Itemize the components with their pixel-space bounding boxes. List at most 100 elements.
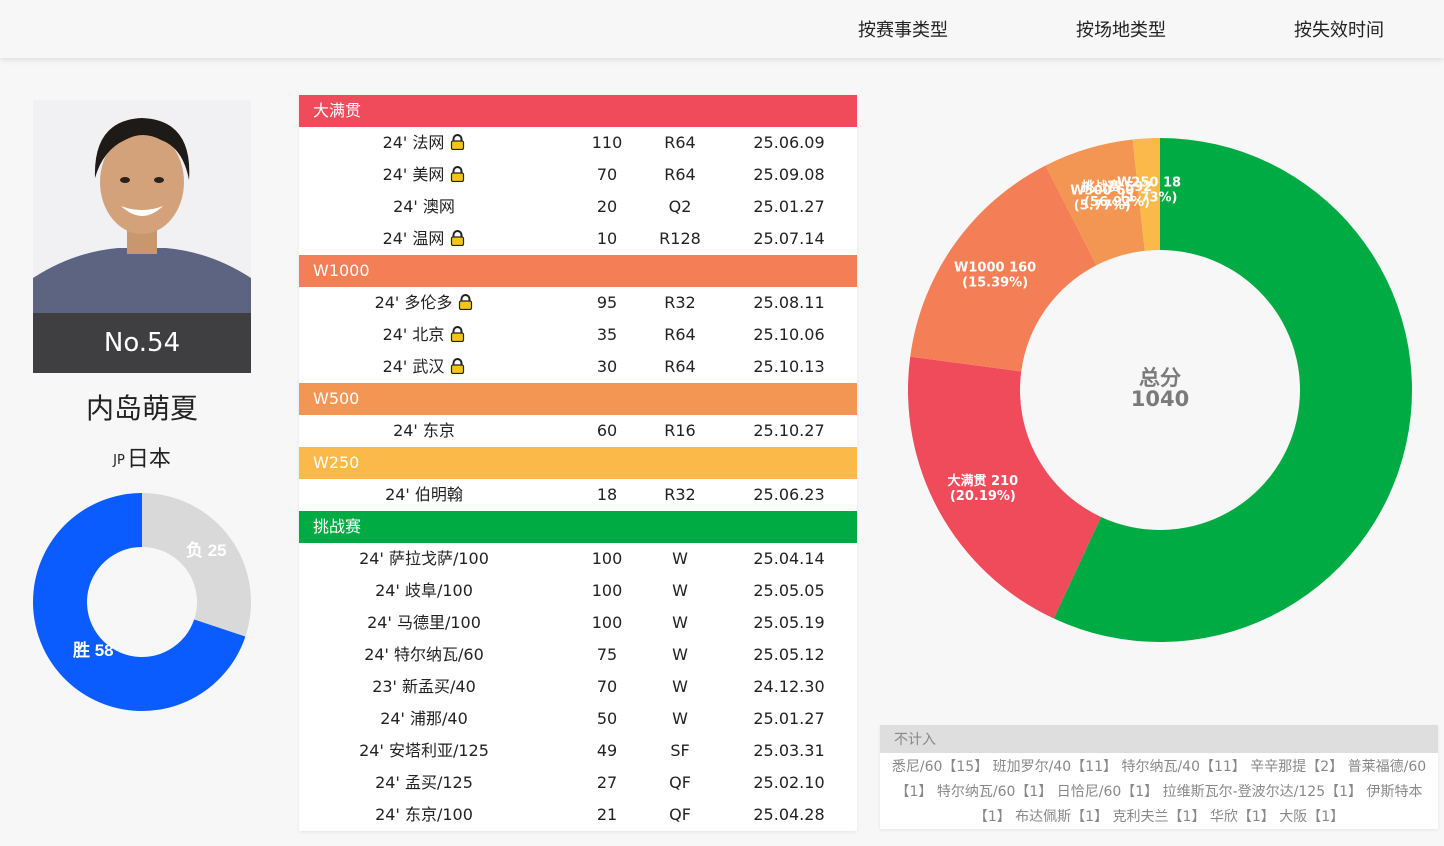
round-cell: QF: [669, 805, 691, 824]
round-cell: W: [672, 645, 688, 664]
lock-icon: [451, 134, 465, 150]
points-cell: 110: [591, 133, 623, 152]
date-cell: 25.04.28: [753, 805, 825, 824]
lock-icon: [459, 294, 473, 310]
section-header: 大满贯: [299, 95, 857, 127]
slice-label: W1000 160: [954, 260, 1036, 275]
table-row: 24' 萨拉戈萨/100 100 W 25.04.14: [299, 543, 857, 575]
date-cell: 25.06.09: [753, 133, 825, 152]
loss-slice: [142, 493, 251, 637]
round-cell: R64: [664, 357, 696, 376]
event-name: 24' 东京/100: [375, 805, 473, 824]
player-name: 内岛萌夏: [85, 392, 198, 425]
table-row: 24' 多伦多 95 R32 25.08.11: [299, 287, 857, 319]
event-cell: 24' 武汉: [299, 351, 549, 383]
lock-icon: [451, 230, 465, 246]
lock-icon: [451, 358, 465, 374]
date-cell: 24.12.30: [753, 677, 825, 696]
points-cell: 75: [596, 645, 618, 664]
player-avatar-icon: [33, 100, 251, 313]
event-name: 24' 温网: [382, 229, 445, 248]
nav-by-event-type[interactable]: 按赛事类型: [858, 16, 948, 42]
slice-label: 大满贯 210: [948, 473, 1019, 489]
table-row: 24' 澳网 20 Q2 25.01.27: [299, 191, 857, 223]
points-cell: 70: [596, 165, 618, 184]
nav-by-expiry[interactable]: 按失效时间: [1294, 16, 1384, 42]
table-row: 24' 温网 10 R128 25.07.14: [299, 223, 857, 255]
player-photo: [33, 100, 251, 313]
lock-icon: [451, 166, 465, 182]
excluded-line: 【1】 特尔纳瓦/60【1】 日恰尼/60【1】 拉维斯瓦尔-登波尔达/125【…: [895, 784, 1423, 800]
event-cell: 24' 法网: [299, 127, 549, 159]
table-row: 24' 孟买/125 27 QF 25.02.10: [299, 767, 857, 799]
nav-by-surface[interactable]: 按场地类型: [1076, 16, 1166, 42]
date-cell: 25.04.14: [753, 549, 825, 568]
points-cell: 35: [596, 325, 618, 344]
event-name: 24' 浦那/40: [380, 709, 468, 728]
event-name: 24' 多伦多: [374, 293, 453, 312]
table-row: 24' 浦那/40 50 W 25.01.27: [299, 703, 857, 735]
table-row: 24' 北京 35 R64 25.10.06: [299, 319, 857, 351]
event-name: 24' 东京: [393, 421, 455, 440]
event-cell: 23' 新孟买/40: [299, 671, 549, 703]
date-cell: 25.09.08: [753, 165, 825, 184]
points-cell: 100: [591, 581, 623, 600]
round-cell: Q2: [668, 197, 692, 216]
win-label: 胜 58: [73, 641, 114, 660]
excluded-line: 悉尼/60【15】 班加罗尔/40【11】 特尔纳瓦/40【11】 辛辛那提【2…: [891, 759, 1427, 775]
country-code: JP: [113, 452, 125, 468]
table-row: 24' 伯明翰 18 R32 25.06.23: [299, 479, 857, 511]
event-cell: 24' 澳网: [299, 191, 549, 223]
event-name: 24' 法网: [382, 133, 445, 152]
round-cell: W: [672, 549, 688, 568]
points-cell: 27: [596, 773, 618, 792]
event-name: 24' 孟买/125: [375, 773, 473, 792]
round-cell: R16: [664, 421, 696, 440]
section-header: W1000: [299, 255, 857, 287]
round-cell: R32: [664, 293, 696, 312]
table-row: 24' 武汉 30 R64 25.10.13: [299, 351, 857, 383]
points-cell: 49: [596, 741, 618, 760]
event-cell: 24' 多伦多: [299, 287, 549, 319]
donut-center-value: 1040: [1131, 387, 1189, 411]
round-cell: R128: [659, 229, 701, 248]
date-cell: 25.10.06: [753, 325, 825, 344]
points-cell: 10: [596, 229, 618, 248]
slice-percent: (20.19%): [950, 489, 1016, 504]
event-cell: 24' 安塔利亚/125: [299, 735, 549, 767]
round-cell: R32: [664, 485, 696, 504]
round-cell: SF: [670, 741, 690, 760]
excluded-line: 【1】 布达佩斯【1】 克利夫兰【1】 华欣【1】 大阪【1】: [973, 809, 1345, 825]
points-cell: 70: [596, 677, 618, 696]
round-cell: W: [672, 677, 688, 696]
points-cell: 18: [596, 485, 618, 504]
event-name: 24' 澳网: [393, 197, 455, 216]
slice-percent: (15.39%): [962, 275, 1028, 290]
date-cell: 25.10.27: [753, 421, 825, 440]
player-country: JP日本: [33, 441, 251, 473]
points-cell: 20: [596, 197, 618, 216]
event-name: 24' 萨拉戈萨/100: [359, 549, 489, 568]
points-cell: 100: [591, 613, 623, 632]
country-name: 日本: [126, 447, 171, 472]
section-header: 挑战赛: [299, 511, 857, 543]
event-name: 24' 安塔利亚/125: [359, 741, 489, 760]
table-row: 24' 歧阜/100 100 W 25.05.05: [299, 575, 857, 607]
points-table: 大满贯 24' 法网 110 R64 25.06.09 24' 美网 70 R64 25.09.…: [299, 95, 857, 831]
date-cell: 25.03.31: [753, 741, 825, 760]
points-cell: 100: [591, 549, 623, 568]
points-donut-chart: 挑战赛 592(56.92%)大满贯 210(20.19%)W1000 160(…: [908, 138, 1412, 642]
round-cell: QF: [669, 773, 691, 792]
table-row: 24' 美网 70 R64 25.09.08: [299, 159, 857, 191]
table-row: 24' 东京/100 21 QF 25.04.28: [299, 799, 857, 831]
date-cell: 25.08.11: [753, 293, 825, 312]
win-loss-donut: 胜 58 负 25: [33, 493, 251, 711]
slice-label: W250 18: [1117, 175, 1181, 190]
date-cell: 25.05.12: [753, 645, 825, 664]
event-cell: 24' 伯明翰: [299, 479, 549, 511]
date-cell: 25.10.13: [753, 357, 825, 376]
event-name: 24' 北京: [382, 325, 445, 344]
event-cell: 24' 马德里/100: [299, 607, 549, 639]
event-cell: 24' 温网: [299, 223, 549, 255]
date-cell: 25.07.14: [753, 229, 825, 248]
